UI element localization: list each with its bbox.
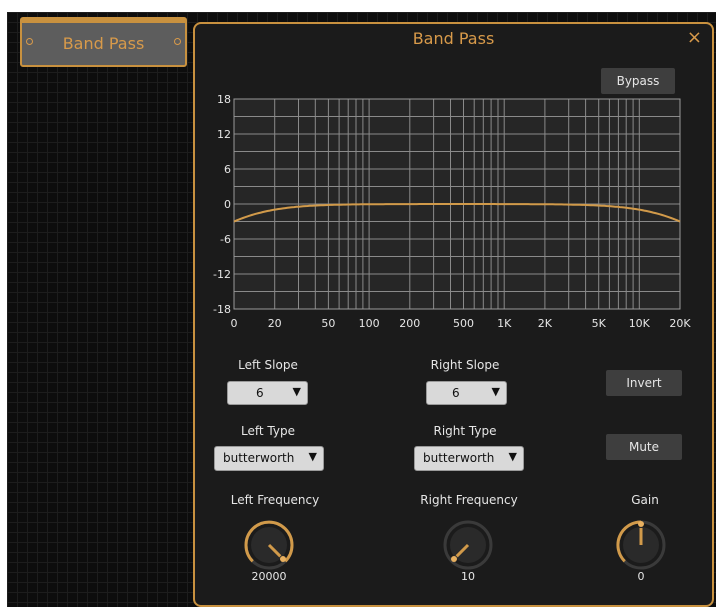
y-tick-label: -18 [213, 303, 231, 316]
y-tick-label: 0 [224, 198, 231, 211]
right-frequency-value: 10 [461, 570, 475, 583]
x-tick-label: 1K [497, 317, 512, 330]
x-tick-label: 200 [399, 317, 420, 330]
x-tick-label: 10K [629, 317, 651, 330]
gain-knob[interactable] [613, 517, 669, 573]
y-tick-label: -12 [213, 268, 231, 281]
chevron-down-icon: ▼ [491, 385, 500, 398]
band-pass-node[interactable]: Band Pass [20, 17, 187, 67]
x-tick-label: 100 [359, 317, 380, 330]
right-slope-label: Right Slope [430, 358, 500, 372]
left-frequency-label: Left Frequency [230, 493, 320, 507]
right-type-select[interactable]: butterworth ▼ [414, 446, 524, 471]
x-tick-label: 2K [538, 317, 553, 330]
left-slope-select[interactable]: 6 ▼ [227, 381, 308, 405]
chevron-down-icon: ▼ [292, 385, 301, 398]
mute-button[interactable]: Mute [606, 434, 682, 460]
node-title: Band Pass [62, 34, 145, 53]
left-type-value: butterworth [223, 451, 295, 465]
y-tick-label: 6 [224, 163, 231, 176]
right-frequency-knob[interactable] [440, 517, 496, 573]
right-frequency-label: Right Frequency [420, 493, 518, 507]
x-tick-label: 0 [231, 317, 238, 330]
x-tick-label: 5K [592, 317, 607, 330]
left-type-label: Left Type [241, 424, 295, 438]
y-tick-label: 18 [217, 93, 231, 106]
chevron-down-icon: ▼ [508, 450, 517, 463]
x-tick-label: 500 [453, 317, 474, 330]
x-tick-label: 50 [321, 317, 335, 330]
right-type-value: butterworth [423, 451, 495, 465]
left-type-select[interactable]: butterworth ▼ [214, 446, 324, 471]
x-tick-label: 20 [268, 317, 282, 330]
left-slope-label: Left Slope [238, 358, 298, 372]
invert-button[interactable]: Invert [606, 370, 682, 396]
left-slope-value: 6 [256, 386, 264, 400]
right-slope-value: 6 [452, 386, 460, 400]
gain-value: 0 [637, 570, 645, 583]
chevron-down-icon: ▼ [308, 450, 317, 463]
frequency-response-graph: 18 12 6 0 -6 -12 -18 0 20 50 100 200 500 1K 2K 5K 10K 20… [213, 93, 691, 330]
right-slope-select[interactable]: 6 ▼ [426, 381, 507, 405]
band-pass-dialog: Band Pass × Bypass 18 12 6 0 -6 -12 -18 0 20 50 1… [193, 22, 714, 607]
right-type-label: Right Type [433, 424, 497, 438]
left-frequency-value: 20000 [251, 570, 287, 583]
left-frequency-knob[interactable] [241, 517, 297, 573]
y-tick-label: 12 [217, 128, 231, 141]
x-tick-label: 20K [669, 317, 691, 330]
y-tick-label: -6 [220, 233, 231, 246]
gain-label: Gain [631, 493, 659, 507]
output-port-icon[interactable] [174, 38, 181, 45]
